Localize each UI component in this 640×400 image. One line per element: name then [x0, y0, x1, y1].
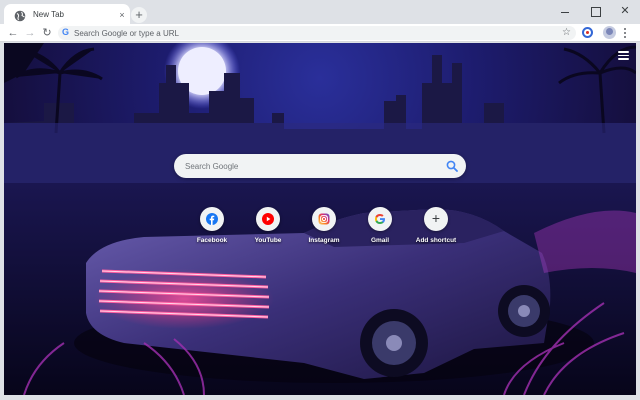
window-controls: ✕ — [550, 0, 640, 24]
close-window-button[interactable]: ✕ — [610, 0, 640, 24]
shortcut-label: Instagram — [308, 237, 340, 244]
shortcut-facebook[interactable]: Facebook — [184, 207, 240, 253]
add-shortcut-button[interactable]: + Add shortcut — [408, 207, 464, 253]
back-arrow-icon[interactable]: ← — [6, 26, 20, 40]
globe-icon — [14, 10, 26, 22]
shortcut-label: Add shortcut — [415, 237, 457, 244]
shortcut-youtube[interactable]: YouTube — [240, 207, 296, 253]
google-search-box[interactable] — [174, 154, 466, 178]
shortcut-label: Facebook — [196, 237, 228, 244]
shortcut-gmail[interactable]: Gmail — [352, 207, 408, 253]
google-icon — [375, 214, 385, 224]
facebook-icon — [206, 213, 218, 225]
youtube-icon — [262, 213, 274, 225]
google-g-icon: G — [62, 27, 70, 37]
avatar-icon[interactable] — [603, 26, 616, 39]
search-input[interactable] — [185, 154, 435, 178]
search-icon[interactable] — [446, 160, 458, 172]
tab-close-icon[interactable]: × — [116, 9, 128, 21]
shortcut-instagram[interactable]: Instagram — [296, 207, 352, 253]
instagram-icon — [318, 213, 330, 225]
tab-title: New Tab — [33, 10, 64, 19]
shortcut-label: YouTube — [254, 237, 282, 244]
minimize-button[interactable] — [550, 0, 580, 24]
new-tab-page: Facebook YouTube — [4, 43, 636, 395]
maximize-button[interactable] — [580, 0, 610, 24]
new-tab-button[interactable]: + — [131, 7, 147, 23]
shortcuts-row: Facebook YouTube Instagram Gmail + Add s… — [184, 207, 460, 257]
plus-icon: + — [431, 210, 441, 226]
shortcut-label: Gmail — [370, 237, 390, 244]
forward-arrow-icon[interactable]: → — [23, 26, 37, 40]
address-input[interactable] — [74, 26, 554, 40]
kebab-menu-icon[interactable] — [622, 27, 628, 39]
bookmark-star-icon[interactable]: ☆ — [562, 26, 571, 40]
browser-toolbar: ← → ↻ G ☆ — [0, 24, 640, 42]
hamburger-icon[interactable] — [618, 51, 629, 60]
reload-icon[interactable]: ↻ — [40, 26, 54, 40]
extension-icon[interactable] — [582, 27, 593, 38]
address-bar[interactable]: G ☆ — [58, 26, 576, 40]
